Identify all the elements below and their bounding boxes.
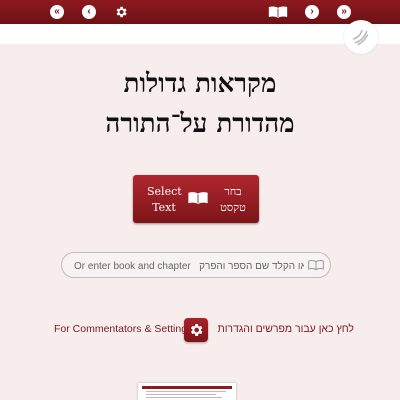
select-text-label-he: בחר טקסט <box>213 184 253 216</box>
commentators-settings-button[interactable] <box>184 318 208 342</box>
settings-label-he[interactable]: לחץ כאן עבור מפרשים והגדרות <box>214 323 354 335</box>
podcast-button[interactable] <box>344 20 378 54</box>
select-label-line-1: Select <box>147 185 182 198</box>
page-thumbnail[interactable] <box>138 383 236 400</box>
page-title: מקראות גדולות מהדורת על־התורה <box>0 64 400 144</box>
subheader-bar <box>0 24 400 44</box>
thumbnail-header <box>142 386 232 389</box>
last-page-button[interactable]: » <box>335 3 353 21</box>
select-text-button[interactable]: Select Text בחר טקסט <box>133 175 259 223</box>
title-line-2: מהדורת על־התורה <box>105 109 295 139</box>
open-book-icon <box>308 260 324 271</box>
book-chapter-input[interactable] <box>72 256 306 276</box>
book-button[interactable] <box>266 3 290 21</box>
double-chevron-left-icon: « <box>50 5 64 19</box>
previous-page-button[interactable]: ‹ <box>80 3 98 21</box>
top-toolbar: « ‹ › » <box>0 0 400 24</box>
next-page-button[interactable]: › <box>303 3 321 21</box>
thumbnail-line <box>146 397 222 398</box>
open-book-icon <box>268 6 288 18</box>
gear-icon <box>116 6 127 18</box>
chevron-left-icon: ‹ <box>82 5 96 19</box>
podcast-icon <box>352 29 369 46</box>
select-label-he-line-1: בחר <box>224 185 242 198</box>
settings-label-en[interactable]: For Commentators & Settings <box>54 323 192 335</box>
thumbnail-line <box>146 394 216 395</box>
double-chevron-right-icon: » <box>337 5 351 19</box>
select-label-he-line-2: טקסט <box>220 201 246 214</box>
open-book-icon <box>188 192 208 205</box>
commentators-settings-row: For Commentators & Settings לחץ כאן עבור… <box>0 318 400 342</box>
gear-icon <box>190 324 203 336</box>
search-box <box>61 252 331 278</box>
first-page-button[interactable]: « <box>48 3 66 21</box>
select-label-line-2: Text <box>152 201 176 214</box>
title-line-1: מקראות גדולות <box>123 69 277 99</box>
settings-button[interactable] <box>112 3 130 21</box>
select-text-label-en: Select Text <box>147 184 182 216</box>
thumbnail-line <box>146 391 226 392</box>
chevron-right-icon: › <box>305 5 319 19</box>
